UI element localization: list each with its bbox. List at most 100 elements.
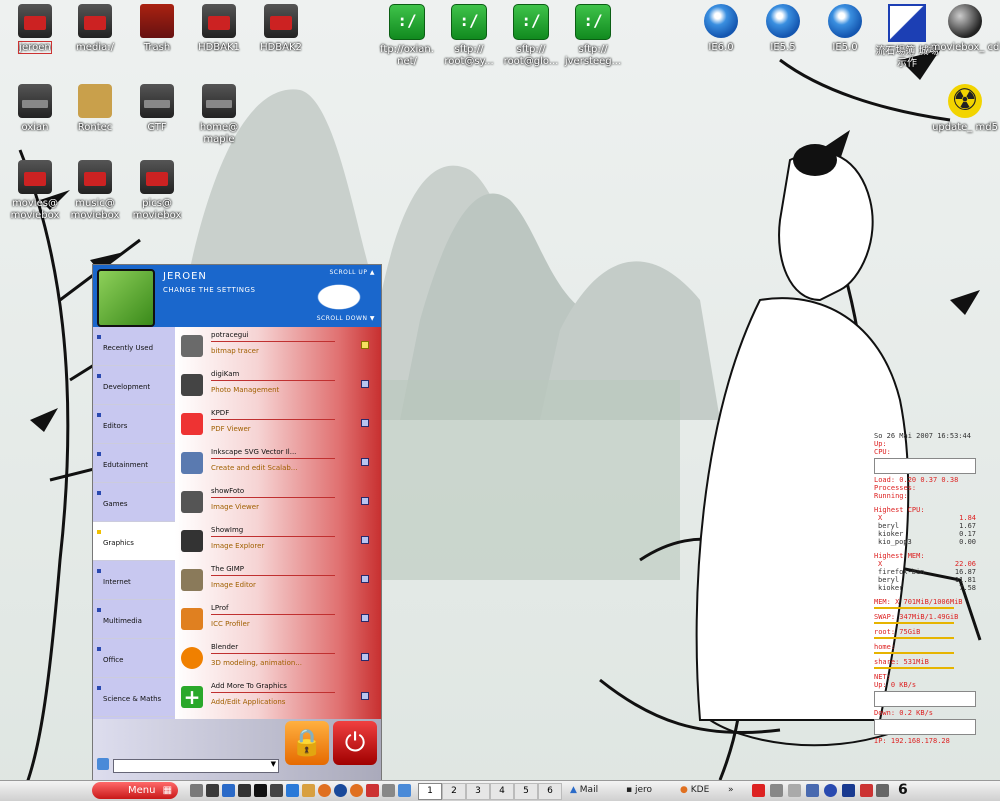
category-internet[interactable]: Internet	[93, 561, 175, 600]
drive-icon	[18, 160, 52, 194]
tray-icon[interactable]	[824, 784, 837, 797]
desktop-icon-ie50[interactable]: IE5.0	[810, 4, 880, 54]
favorite-toggle[interactable]	[361, 458, 369, 466]
category-development[interactable]: Development	[93, 366, 175, 405]
favorite-toggle[interactable]	[361, 380, 369, 388]
keyboard-layout-icon[interactable]	[752, 784, 765, 797]
desktop-icon-pics[interactable]: pics@ moviebox	[122, 160, 192, 222]
chevron-down-icon[interactable]: ▼	[271, 760, 276, 768]
desktop-pager-2[interactable]: 2	[442, 783, 466, 800]
desktop-pager-5[interactable]: 5	[514, 783, 538, 800]
app-showfoto[interactable]: showFoto Image Viewer	[175, 483, 381, 522]
desktop-icon-sftp-sy[interactable]: :/ sftp:// root@sy...	[434, 4, 504, 68]
scroll-up-button[interactable]: SCROLL UP ▲	[329, 269, 375, 276]
favorite-toggle[interactable]	[361, 653, 369, 661]
desktop-icon-music[interactable]: music@ moviebox	[60, 160, 130, 222]
power-icon: ⏻	[344, 728, 366, 758]
favorite-toggle[interactable]	[361, 614, 369, 622]
terminal-icon[interactable]	[206, 784, 219, 797]
desktop-icon-gtf[interactable]: GTF	[122, 84, 192, 134]
category-editors[interactable]: Editors	[93, 405, 175, 444]
app-showimg[interactable]: ShowImg Image Explorer	[175, 522, 381, 561]
desktop-pager-3[interactable]: 3	[466, 783, 490, 800]
desktop-icon-ie60[interactable]: IE6.0	[686, 4, 756, 54]
pdf-icon[interactable]	[366, 784, 379, 797]
task-mail[interactable]: ▲ Mail	[570, 783, 598, 798]
firefox-icon[interactable]	[318, 784, 331, 797]
avatar[interactable]	[97, 269, 155, 327]
app-kpdf[interactable]: KPDF PDF Viewer	[175, 405, 381, 444]
desktop-icon-ie55[interactable]: IE5.5	[748, 4, 818, 54]
desktop-icon-label: Rontec	[77, 122, 113, 133]
category-games[interactable]: Games	[93, 483, 175, 522]
favorite-toggle[interactable]	[361, 536, 369, 544]
app-digikam[interactable]: digiKam Photo Management	[175, 366, 381, 405]
category-graphics[interactable]: Graphics	[93, 522, 175, 561]
app-add-more[interactable]: + Add More To Graphics Add/Edit Applicatio…	[175, 678, 381, 717]
desktop-icon-trash[interactable]: Trash	[122, 4, 192, 54]
favorite-toggle[interactable]	[361, 419, 369, 427]
document-icon[interactable]	[398, 784, 411, 797]
app-potracegui[interactable]: potracegui bitmap tracer	[175, 327, 381, 366]
favorite-toggle[interactable]	[361, 575, 369, 583]
desktop-icon-home-maple[interactable]: home@ maple	[184, 84, 254, 146]
network-icon[interactable]	[286, 784, 299, 797]
proc-value: 7.58	[959, 584, 976, 592]
search-input[interactable]: ▼	[113, 759, 279, 773]
menu-button[interactable]: Menu ▦	[92, 782, 178, 799]
tray-icon[interactable]	[770, 784, 783, 797]
konsole-icon[interactable]	[238, 784, 251, 797]
scroll-down-label: SCROLL DOWN	[316, 315, 368, 322]
desktop-icon-sftp-jversteeg[interactable]: :/ sftp:// jversteeg...	[558, 4, 628, 68]
desktop-pager-6[interactable]: 6	[538, 783, 562, 800]
task-jeroen[interactable]: ▪ jero	[626, 783, 652, 798]
thunderbird-icon[interactable]	[334, 784, 347, 797]
desktop-icon-update-md5[interactable]: update_ md5	[930, 84, 1000, 134]
favorite-toggle[interactable]	[361, 341, 369, 349]
desktop-icon-label: Trash	[143, 42, 171, 53]
task-overflow-button[interactable]: »	[728, 783, 734, 798]
desktop-icon-media[interactable]: media:/	[60, 4, 130, 54]
desktop-pager-4[interactable]: 4	[490, 783, 514, 800]
logout-button[interactable]: ⏻	[333, 721, 377, 765]
desktop-icon-moviebox-cd[interactable]: moviebox_ cd	[930, 4, 1000, 54]
printer-icon[interactable]	[788, 784, 801, 797]
desktop-icon-sftp-glo[interactable]: :/ sftp:// root@glo...	[496, 4, 566, 68]
app-inkscape[interactable]: Inkscape SVG Vector Il... Create and edit…	[175, 444, 381, 483]
category-edutainment[interactable]: Edutainment	[93, 444, 175, 483]
category-office[interactable]: Office	[93, 639, 175, 678]
lock-screen-button[interactable]: 🔒	[285, 721, 329, 765]
tray-icon[interactable]	[842, 784, 855, 797]
desktop-icon-rontec[interactable]: Rontec	[60, 84, 130, 134]
quicklaunch-icon[interactable]	[190, 784, 203, 797]
app-gimp[interactable]: The GIMP Image Editor	[175, 561, 381, 600]
monitor-icon[interactable]	[254, 784, 267, 797]
tray-icon[interactable]	[806, 784, 819, 797]
desktop-icon-hdbak2[interactable]: HDBAK2	[246, 4, 316, 54]
category-science-maths[interactable]: Science & Maths	[93, 678, 175, 717]
favorite-toggle[interactable]	[361, 497, 369, 505]
home-icon[interactable]	[222, 784, 235, 797]
category-recently-used[interactable]: Recently Used	[93, 327, 175, 366]
task-kde[interactable]: ● KDE	[680, 783, 709, 798]
app-lprof[interactable]: LProf ICC Profiler	[175, 600, 381, 639]
favorite-toggle[interactable]	[361, 692, 369, 700]
trash-icon	[140, 4, 174, 38]
folder-icon[interactable]	[302, 784, 315, 797]
tray-icon[interactable]	[860, 784, 873, 797]
desktop-icon-ftp-oxian[interactable]: :/ ftp://oxian. net/	[372, 4, 442, 68]
clock[interactable]: 6	[898, 782, 908, 798]
desktop-icon-label: oxian	[21, 122, 49, 133]
change-settings-link[interactable]: CHANGE THE SETTINGS	[163, 286, 255, 294]
app-name: LProf	[211, 604, 229, 612]
kde-icon[interactable]	[270, 784, 283, 797]
tool-icon[interactable]	[382, 784, 395, 797]
app-blender[interactable]: Blender 3D modeling, animation...	[175, 639, 381, 678]
desktop-icon-hdbak1[interactable]: HDBAK1	[184, 4, 254, 54]
settings-icon[interactable]	[876, 784, 889, 797]
desktop-icon-label: pics@ moviebox	[132, 198, 182, 221]
scroll-down-button[interactable]: SCROLL DOWN ▼	[317, 315, 375, 322]
desktop-pager-1[interactable]: 1	[418, 783, 442, 800]
category-multimedia[interactable]: Multimedia	[93, 600, 175, 639]
browser-icon[interactable]	[350, 784, 363, 797]
